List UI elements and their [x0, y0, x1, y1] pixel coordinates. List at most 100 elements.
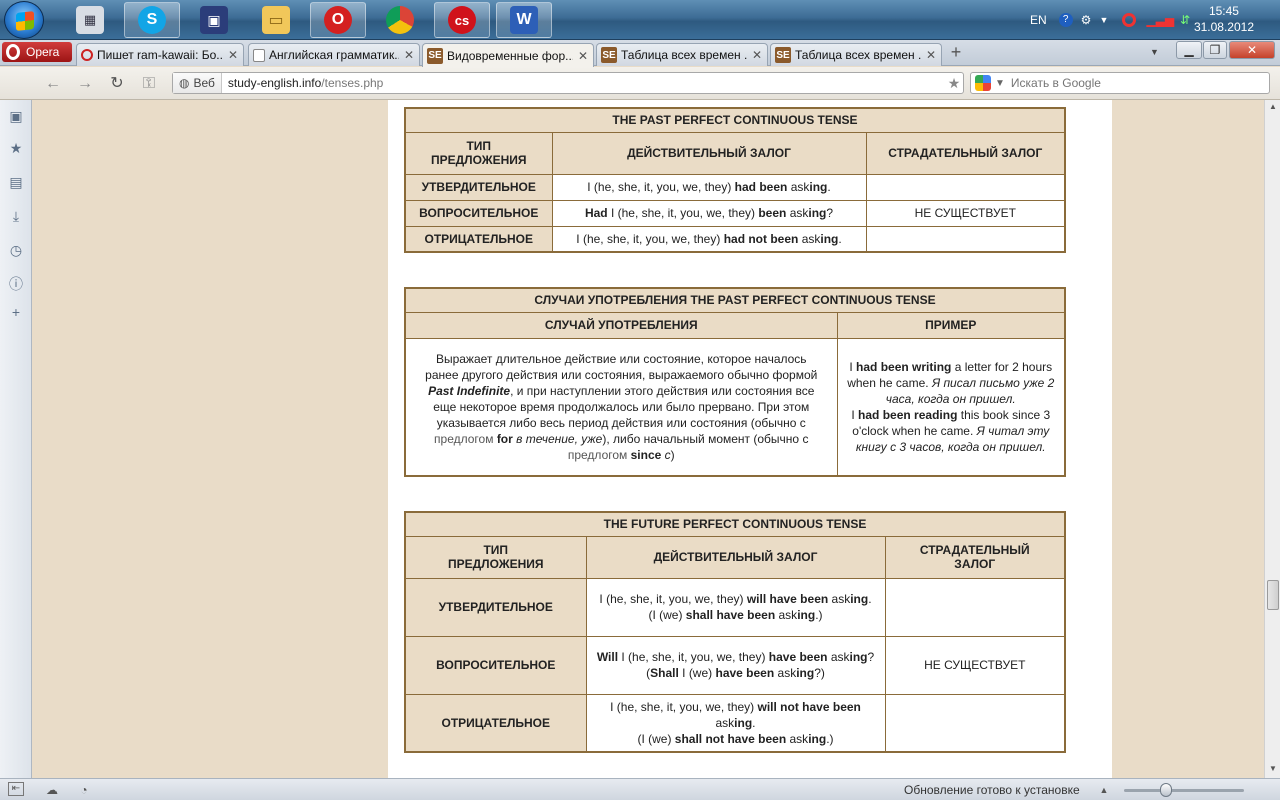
- address-toolbar: ← → ↻ ⚿ ◍ Веб study-english.info/tenses.…: [0, 67, 1280, 100]
- taskbar-skype[interactable]: S: [124, 2, 180, 38]
- notes-icon[interactable]: ▤: [8, 174, 24, 190]
- tab-title: Таблица всех времен ...: [621, 48, 747, 62]
- start-button[interactable]: [4, 1, 44, 39]
- passive-not-exist: НЕ СУЩЕСТВУЕТ: [865, 199, 1066, 227]
- search-engine-dropdown-icon[interactable]: ▼: [995, 78, 1005, 89]
- reload-icon[interactable]: ↻: [108, 75, 126, 93]
- header-example: ПРИМЕР: [836, 311, 1066, 339]
- tray-expand-icon[interactable]: ▼: [1099, 15, 1108, 25]
- key-icon[interactable]: ⚿: [140, 75, 158, 93]
- table-row: Выражает длительное действие или состоян…: [404, 337, 1066, 477]
- scroll-up-arrow-icon[interactable]: ▲: [1268, 102, 1278, 112]
- clock-date: 31.08.2012: [1193, 20, 1254, 34]
- settings-icon[interactable]: ⚙: [1081, 13, 1092, 27]
- network-icon[interactable]: ⇵: [1180, 13, 1190, 27]
- bookmarks-star-icon[interactable]: ★: [8, 140, 24, 156]
- header-active: ДЕЙСТВИТЕЛЬНЫЙ ЗАЛОГ: [585, 535, 886, 579]
- info-icon[interactable]: ⓘ: [8, 276, 24, 292]
- taskbar-calculator[interactable]: ▦: [62, 2, 118, 38]
- zoom-slider-track[interactable]: [1124, 789, 1244, 792]
- site-info-badge[interactable]: ◍ Веб: [173, 73, 222, 93]
- tab-list-dropdown-icon[interactable]: ▼: [1150, 47, 1159, 57]
- scrollbar-thumb[interactable]: [1267, 580, 1279, 610]
- taskbar-explorer[interactable]: ▭: [248, 2, 304, 38]
- tab-2[interactable]: Английская грамматик... ✕: [248, 43, 420, 66]
- livejournal-favicon-icon: [81, 49, 93, 61]
- close-window-button[interactable]: ✕: [1229, 41, 1275, 59]
- study-english-favicon-icon: SE: [775, 47, 791, 63]
- cloud-sync-icon[interactable]: ☁: [44, 782, 60, 798]
- tab-close-icon[interactable]: ✕: [577, 49, 589, 63]
- site-info-label: Веб: [193, 76, 215, 90]
- header-passive: СТРАДАТЕЛЬНЫЙ ЗАЛОГ: [865, 131, 1066, 175]
- zoom-slider-knob[interactable]: [1160, 783, 1172, 797]
- table-row: УТВЕРДИТЕЛЬНОЕ I (he, she, it, you, we, …: [404, 577, 1066, 637]
- update-arrow-icon[interactable]: ▲: [1096, 782, 1112, 798]
- table-row: УТВЕРДИТЕЛЬНОЕ I (he, she, it, you, we, …: [404, 173, 1066, 201]
- opera-sidebar: ▣ ★ ▤ ⤓ ◷ ⓘ +: [0, 100, 32, 778]
- header-type: ТИП ПРЕДЛОЖЕНИЯ: [404, 535, 587, 579]
- tab-close-icon[interactable]: ✕: [925, 48, 937, 62]
- study-english-favicon-icon: SE: [427, 47, 443, 64]
- past-perfect-continuous-table: THE PAST PERFECT CONTINUOUS TENSE ТИП ПР…: [404, 107, 1066, 253]
- page-column: THE PAST PERFECT CONTINUOUS TENSE ТИП ПР…: [388, 100, 1112, 778]
- downloads-icon[interactable]: ⤓: [8, 208, 24, 224]
- page-viewport: THE PAST PERFECT CONTINUOUS TENSE ТИП ПР…: [32, 100, 1264, 778]
- opera-tray-icon[interactable]: [1122, 13, 1137, 27]
- blank-favicon-icon: [253, 48, 265, 62]
- tab-close-icon[interactable]: ✕: [751, 48, 763, 62]
- tab-title: Видовременные фор...: [447, 48, 573, 63]
- tab-4[interactable]: SE Таблица всех времен ... ✕: [596, 43, 768, 66]
- header-active: ДЕЙСТВИТЕЛЬНЫЙ ЗАЛОГ: [551, 131, 867, 175]
- language-indicator[interactable]: EN: [1030, 13, 1047, 27]
- table-caption: THE FUTURE PERFECT CONTINUOUS TENSE: [404, 511, 1066, 537]
- passive-empty-cell: [865, 225, 1066, 253]
- opera-menu-button[interactable]: Opera: [2, 42, 72, 62]
- search-field[interactable]: ▼: [970, 72, 1270, 94]
- vertical-scrollbar[interactable]: ▲ ▼: [1264, 100, 1280, 778]
- taskbar-opera[interactable]: O: [310, 2, 366, 38]
- history-clock-icon[interactable]: ◷: [8, 242, 24, 258]
- add-panel-icon[interactable]: +: [8, 304, 24, 320]
- tab-5[interactable]: SE Таблица всех времен ... ✕: [770, 43, 942, 66]
- passive-empty-cell: [884, 577, 1066, 637]
- search-input[interactable]: [1010, 76, 1269, 90]
- clock[interactable]: 15:45 31.08.2012: [1194, 3, 1254, 35]
- google-icon[interactable]: [975, 75, 991, 91]
- tab-close-icon[interactable]: ✕: [403, 48, 415, 62]
- signal-icon[interactable]: ▁▃▅: [1146, 13, 1174, 27]
- passive-empty-cell: [884, 693, 1066, 753]
- usage-description: Выражает длительное действие или состоян…: [404, 337, 838, 477]
- row-type: УТВЕРДИТЕЛЬНОЕ: [404, 577, 587, 637]
- taskbar-lastfm[interactable]: cs: [434, 2, 490, 38]
- url-domain: study-english.info: [227, 76, 322, 90]
- tab-3[interactable]: SE Видовременные фор... ✕: [422, 43, 594, 67]
- turbo-gauge-icon[interactable]: ◔: [76, 782, 92, 798]
- tab-close-icon[interactable]: ✕: [227, 48, 239, 62]
- taskbar-chrome[interactable]: [372, 2, 428, 38]
- back-arrow-icon[interactable]: ←: [44, 75, 62, 93]
- help-icon[interactable]: ?: [1058, 13, 1073, 27]
- restore-button[interactable]: ❐: [1203, 41, 1227, 59]
- speed-dial-icon[interactable]: ▣: [8, 108, 24, 124]
- scroll-down-arrow-icon[interactable]: ▼: [1268, 764, 1278, 774]
- active-form: I (he, she, it, you, we, they) had not b…: [551, 225, 867, 253]
- passive-not-exist: НЕ СУЩЕСТВУЕТ: [884, 635, 1066, 695]
- url-text[interactable]: study-english.info/tenses.php: [222, 76, 945, 90]
- taskbar-word[interactable]: W: [496, 2, 552, 38]
- tab-title: Пишет ram-kawaii: Бо...: [97, 48, 223, 62]
- panel-toggle-icon[interactable]: ⇤: [8, 782, 24, 796]
- address-field[interactable]: ◍ Веб study-english.info/tenses.php ★: [172, 72, 964, 94]
- new-tab-button[interactable]: +: [946, 43, 966, 62]
- minimize-button[interactable]: ▁: [1176, 41, 1202, 59]
- calculator-icon: ▦: [76, 6, 104, 34]
- taskbar-floppy[interactable]: ▣: [186, 2, 242, 38]
- passive-empty-cell: [865, 173, 1066, 201]
- past-perfect-continuous-usage-table: СЛУЧАИ УПОТРЕБЛЕНИЯ THE PAST PERFECT CON…: [404, 287, 1066, 477]
- bookmark-star-icon[interactable]: ★: [945, 75, 963, 92]
- windows-taskbar: ▦ S ▣ ▭ O cs W EN ? ⚙ ▼ ▁▃▅ ⇵ 15:45 31.0…: [0, 0, 1280, 40]
- header-case: СЛУЧАЙ УПОТРЕБЛЕНИЯ: [404, 311, 838, 339]
- active-form: I (he, she, it, you, we, they) will have…: [585, 577, 886, 637]
- tab-1[interactable]: Пишет ram-kawaii: Бо... ✕: [76, 43, 244, 66]
- forward-arrow-icon[interactable]: →: [76, 75, 94, 93]
